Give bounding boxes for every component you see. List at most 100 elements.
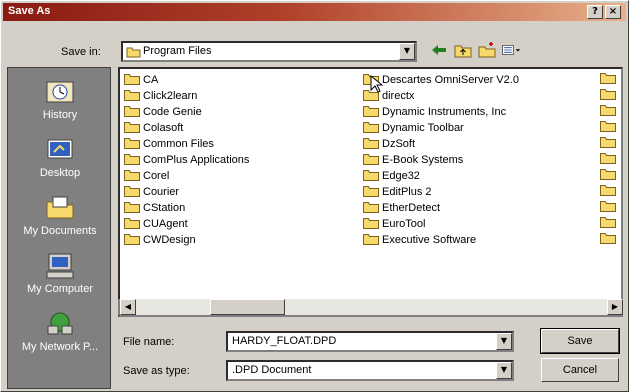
- save-as-type-label: Save as type:: [123, 365, 190, 377]
- save-as-type-dropdown[interactable]: .DPD Document ▼: [226, 360, 514, 381]
- save-in-value: Program Files: [143, 45, 212, 57]
- places-history[interactable]: History: [8, 74, 112, 132]
- folder-icon: [124, 201, 140, 213]
- file-name-input[interactable]: HARDY_FLOAT.DPD ▼: [226, 331, 514, 352]
- folder-item[interactable]: Code Genie: [124, 104, 249, 120]
- folder-item[interactable]: CWDesign: [124, 232, 249, 248]
- folder-item[interactable]: CStation: [124, 200, 249, 216]
- up-folder-icon[interactable]: [453, 41, 473, 59]
- scroll-right-icon[interactable]: ▶: [607, 299, 623, 315]
- folder-item[interactable]: EditPlus 2: [363, 184, 519, 200]
- folder-item[interactable]: Courier: [124, 184, 249, 200]
- history-icon: [46, 81, 74, 103]
- folder-icon[interactable]: [600, 200, 616, 216]
- mouse-cursor-icon: [370, 75, 384, 93]
- folder-icon: [124, 169, 140, 181]
- view-menu-icon[interactable]: [501, 41, 521, 59]
- title-bar: Save As ? ×: [3, 3, 626, 21]
- network-places-icon: [47, 312, 73, 335]
- folder-icon: [363, 217, 379, 229]
- my-documents-icon: [46, 196, 74, 219]
- places-desktop[interactable]: Desktop: [8, 132, 112, 190]
- save-as-type-value: .DPD Document: [232, 364, 312, 376]
- folder-icon: [363, 121, 379, 133]
- folder-icon: [124, 217, 140, 229]
- folder-item[interactable]: Corel: [124, 168, 249, 184]
- places-label: My Computer: [26, 283, 94, 295]
- folder-icon: [124, 73, 140, 85]
- folder-icon: [363, 105, 379, 117]
- file-list[interactable]: CA Click2learn Code Genie Colasoft Commo…: [118, 67, 623, 317]
- file-name-value: HARDY_FLOAT.DPD: [232, 335, 337, 347]
- folder-open-icon: [126, 47, 141, 58]
- folder-item[interactable]: ComPlus Applications: [124, 152, 249, 168]
- folder-icon: [124, 153, 140, 165]
- save-button[interactable]: Save: [540, 328, 620, 354]
- file-name-label: File name:: [123, 336, 175, 348]
- places-label: History: [42, 109, 78, 121]
- back-arrow-icon[interactable]: [429, 41, 449, 59]
- places-label: My Network P...: [21, 341, 99, 353]
- folder-icon: [363, 153, 379, 165]
- folder-icon[interactable]: [600, 232, 616, 248]
- folder-icon: [124, 137, 140, 149]
- folder-icon[interactable]: [600, 136, 616, 152]
- dialog-title: Save As: [8, 5, 51, 17]
- folder-icon[interactable]: [600, 88, 616, 104]
- folder-icon: [363, 233, 379, 245]
- folder-item[interactable]: Dynamic Toolbar: [363, 120, 519, 136]
- folder-item[interactable]: DzSoft: [363, 136, 519, 152]
- file-column-3: [600, 72, 616, 248]
- folder-item[interactable]: EtherDetect: [363, 200, 519, 216]
- close-button[interactable]: ×: [605, 5, 621, 19]
- help-button[interactable]: ?: [587, 5, 603, 19]
- horizontal-scrollbar[interactable]: ◀ ▶: [118, 299, 623, 315]
- save-in-dropdown[interactable]: Program Files ▼: [121, 41, 417, 62]
- folder-icon[interactable]: [600, 184, 616, 200]
- folder-item[interactable]: Descartes OmniServer V2.0: [363, 72, 519, 88]
- file-column-1: CA Click2learn Code Genie Colasoft Commo…: [124, 72, 249, 248]
- scroll-thumb[interactable]: [210, 299, 285, 315]
- file-column-2: Descartes OmniServer V2.0 directx Dynami…: [363, 72, 519, 248]
- folder-icon[interactable]: [600, 120, 616, 136]
- new-folder-icon[interactable]: [477, 41, 497, 59]
- save-as-dialog: Save As ? × Save in: Program Files ▼ His…: [0, 0, 629, 392]
- folder-item[interactable]: Edge32: [363, 168, 519, 184]
- scroll-left-icon[interactable]: ◀: [120, 299, 136, 315]
- places-my-documents[interactable]: My Documents: [8, 190, 112, 248]
- folder-item[interactable]: E-Book Systems: [363, 152, 519, 168]
- folder-icon[interactable]: [600, 168, 616, 184]
- folder-icon: [363, 169, 379, 181]
- places-network[interactable]: My Network P...: [8, 306, 112, 364]
- folder-item[interactable]: directx: [363, 88, 519, 104]
- folder-icon: [124, 121, 140, 133]
- chevron-down-icon[interactable]: ▼: [399, 43, 415, 60]
- folder-icon: [363, 137, 379, 149]
- folder-item[interactable]: Dynamic Instruments, Inc: [363, 104, 519, 120]
- save-in-label: Save in:: [61, 46, 101, 58]
- folder-item[interactable]: Colasoft: [124, 120, 249, 136]
- folder-icon[interactable]: [600, 152, 616, 168]
- folder-icon: [124, 105, 140, 117]
- places-my-computer[interactable]: My Computer: [8, 248, 112, 306]
- folder-icon[interactable]: [600, 72, 616, 88]
- folder-item[interactable]: CA: [124, 72, 249, 88]
- chevron-down-icon[interactable]: ▼: [496, 333, 512, 350]
- folder-item[interactable]: Executive Software: [363, 232, 519, 248]
- places-label: Desktop: [39, 167, 81, 179]
- places-label: My Documents: [23, 225, 97, 237]
- chevron-down-icon[interactable]: ▼: [496, 362, 512, 379]
- folder-item[interactable]: CUAgent: [124, 216, 249, 232]
- folder-item[interactable]: EuroTool: [363, 216, 519, 232]
- folder-item[interactable]: Common Files: [124, 136, 249, 152]
- desktop-icon: [47, 139, 73, 159]
- folder-item[interactable]: Click2learn: [124, 88, 249, 104]
- folder-icon: [363, 201, 379, 213]
- folder-icon: [363, 185, 379, 197]
- cancel-button[interactable]: Cancel: [541, 358, 619, 382]
- folder-icon[interactable]: [600, 104, 616, 120]
- folder-icon: [124, 89, 140, 101]
- folder-icon[interactable]: [600, 216, 616, 232]
- my-computer-icon: [46, 253, 74, 279]
- places-bar: History Desktop My Documents My Computer…: [7, 67, 111, 389]
